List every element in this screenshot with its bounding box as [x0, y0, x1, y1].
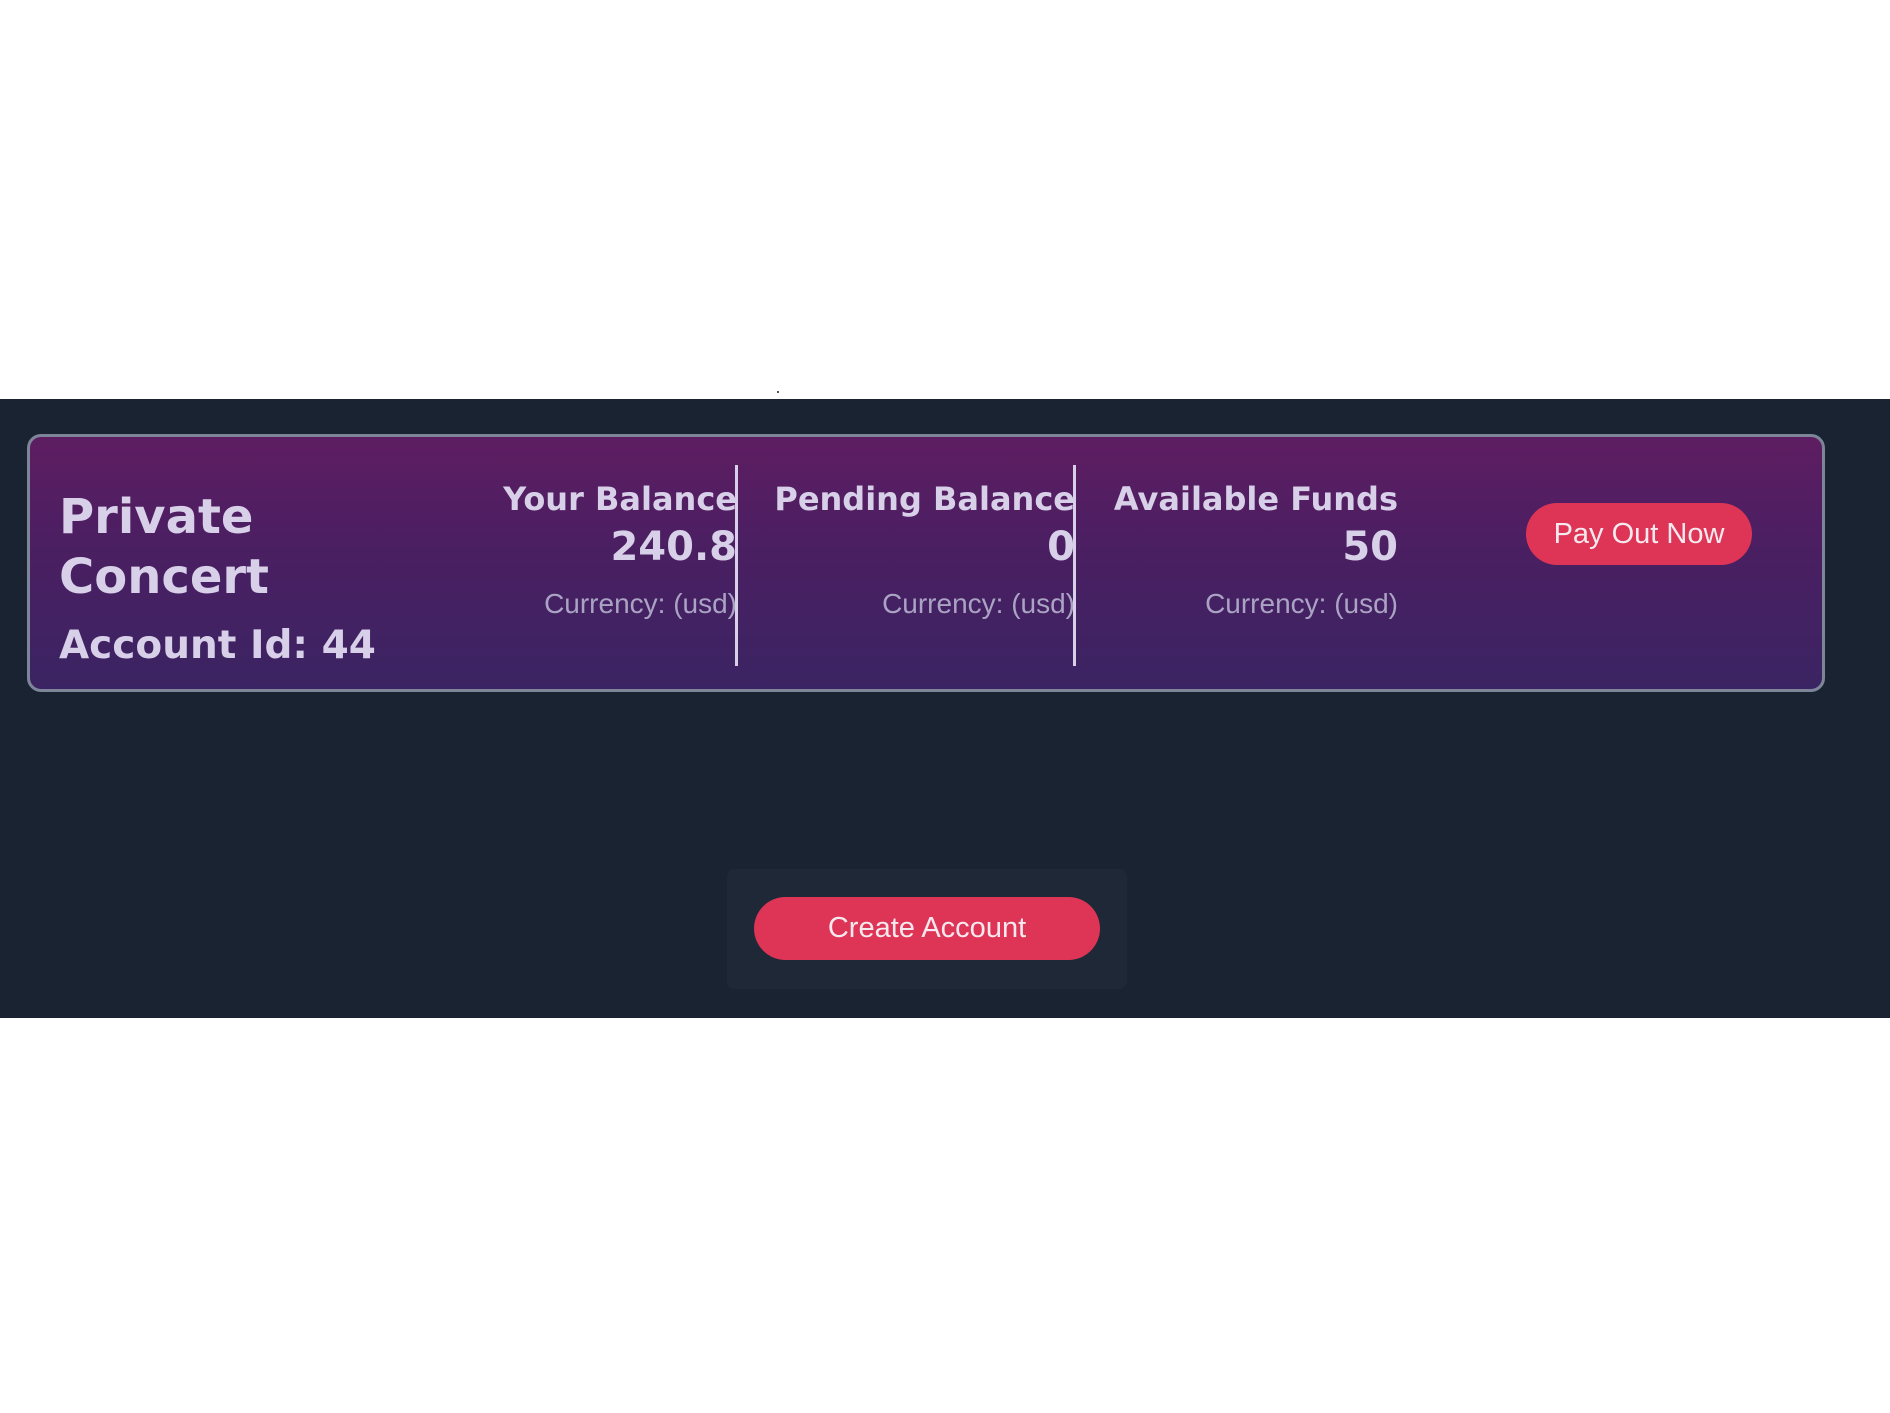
account-id: Account Id: 44	[59, 623, 376, 668]
available-funds-label: Available Funds	[1113, 480, 1398, 518]
create-account-button[interactable]: Create Account	[754, 897, 1100, 960]
pending-balance-section: Pending Balance 0 Currency: (usd)	[770, 479, 1075, 621]
column-divider	[735, 465, 738, 666]
create-account-panel: Create Account	[727, 869, 1127, 989]
your-balance-currency: Currency: (usd)	[544, 588, 737, 619]
account-name-line-2: Concert	[59, 549, 269, 605]
available-funds-currency: Currency: (usd)	[1205, 588, 1398, 619]
column-divider	[1073, 465, 1076, 666]
stray-dot	[777, 391, 779, 393]
pay-out-now-button[interactable]: Pay Out Now	[1526, 503, 1752, 565]
page: Private Concert Account Id: 44 Your Bala…	[0, 0, 1890, 1413]
available-funds-value: 50	[1342, 524, 1398, 570]
pending-balance-label: Pending Balance	[774, 480, 1075, 518]
account-name: Private Concert	[59, 487, 389, 607]
account-card: Private Concert Account Id: 44 Your Bala…	[27, 434, 1825, 692]
pending-balance-currency: Currency: (usd)	[882, 588, 1075, 619]
main-content: Private Concert Account Id: 44 Your Bala…	[0, 399, 1890, 1018]
pending-balance-value: 0	[1047, 524, 1075, 570]
account-name-line-1: Private	[59, 489, 254, 545]
your-balance-section: Your Balance 240.8 Currency: (usd)	[460, 479, 737, 621]
your-balance-value: 240.8	[610, 524, 737, 570]
available-funds-section: Available Funds 50 Currency: (usd)	[1110, 479, 1398, 621]
your-balance-label: Your Balance	[503, 480, 737, 518]
